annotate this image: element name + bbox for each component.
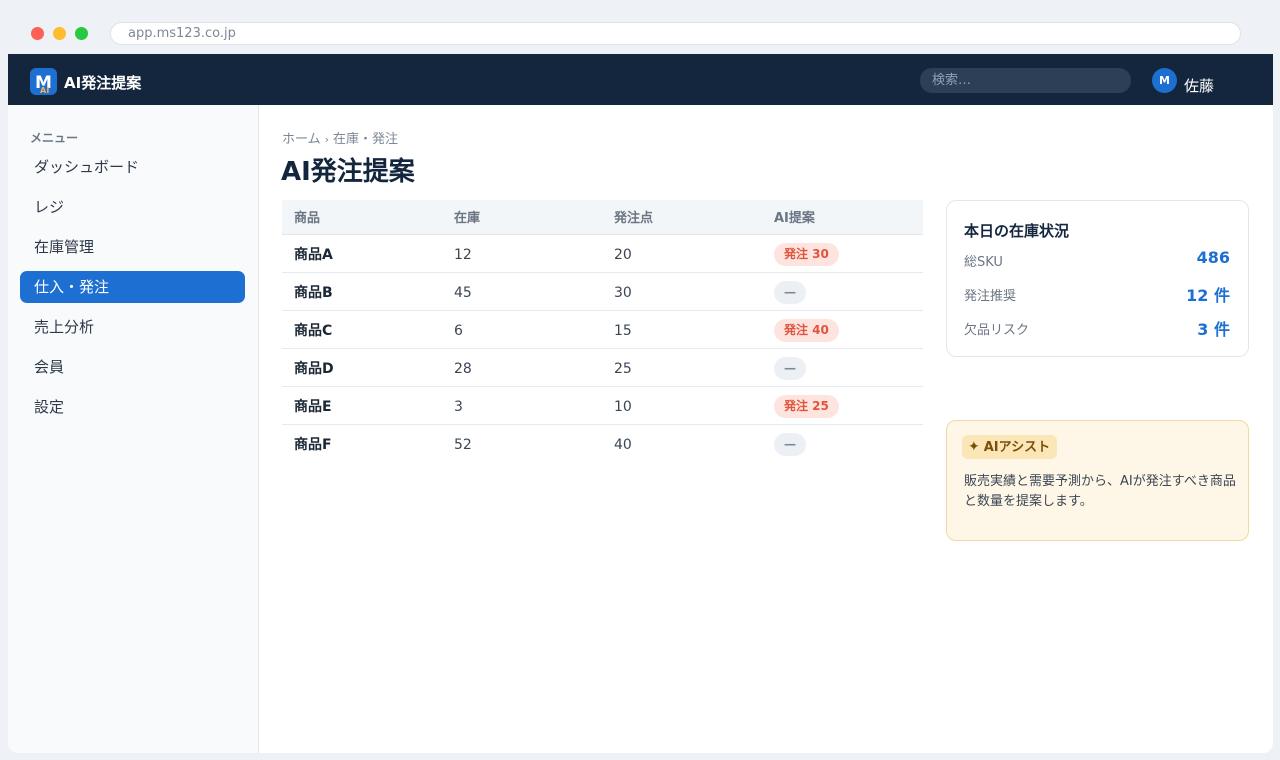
address-bar[interactable]: app.ms123.co.jp	[110, 22, 1241, 45]
stock-value: 52	[454, 437, 472, 453]
order-suggestion-table: 商品 在庫 発注点 AI提案 商品A 12 20 発注 30 商品B 45 30…	[282, 200, 923, 463]
reorder-point-value: 40	[614, 437, 632, 453]
stat-label-stockout-risk: 欠品リスク	[964, 323, 1030, 338]
top-bar: M AI AI発注提案 M 佐藤	[8, 54, 1273, 105]
product-name: 商品E	[294, 399, 332, 415]
stock-value: 28	[454, 361, 472, 377]
column-header-product[interactable]: 商品	[294, 200, 320, 238]
product-name: 商品A	[294, 247, 333, 263]
app-title: AI発注提案	[64, 74, 142, 92]
reorder-point-value: 20	[614, 247, 632, 263]
reorder-point-value: 25	[614, 361, 632, 377]
sidebar-item-members[interactable]: 会員	[20, 351, 245, 383]
table-row[interactable]: 商品C 6 15 発注 40	[282, 311, 923, 349]
sidebar-item-purchasing[interactable]: 仕入・発注	[20, 271, 245, 303]
breadcrumb-current[interactable]: 在庫・発注	[333, 132, 398, 147]
page-title: AI発注提案	[281, 157, 415, 187]
app-window: M AI AI発注提案 M 佐藤 メニュー ダッシュボード レジ 在庫管理 仕入…	[8, 54, 1273, 753]
reorder-point-value: 15	[614, 323, 632, 339]
stock-value: 3	[454, 399, 463, 415]
order-suggestion-badge[interactable]: 発注 25	[774, 395, 839, 418]
stat-value-total-sku: 486	[1196, 248, 1230, 267]
table-row[interactable]: 商品B 45 30 —	[282, 273, 923, 311]
no-suggestion-badge: —	[774, 281, 806, 304]
no-suggestion-badge: —	[774, 433, 806, 456]
column-header-reorder-point[interactable]: 発注点	[614, 200, 653, 238]
stock-value: 12	[454, 247, 472, 263]
breadcrumb: ホーム › 在庫・発注	[282, 128, 398, 147]
search-input[interactable]	[920, 68, 1131, 93]
reorder-point-value: 30	[614, 285, 632, 301]
column-header-ai-suggestion[interactable]: AI提案	[774, 200, 815, 238]
sidebar-item-dashboard[interactable]: ダッシュボード	[20, 151, 245, 183]
sparkle-icon: ✦	[968, 439, 980, 455]
stat-value-recommended-orders: 12 件	[1186, 286, 1230, 305]
stock-value: 6	[454, 323, 463, 339]
sidebar-item-sales-analysis[interactable]: 売上分析	[20, 311, 245, 343]
ai-assist-label: AIアシスト	[983, 440, 1051, 455]
column-header-stock[interactable]: 在庫	[454, 200, 480, 238]
minimize-window-button[interactable]	[53, 27, 66, 40]
user-name[interactable]: 佐藤	[1184, 75, 1214, 96]
no-suggestion-badge: —	[774, 357, 806, 380]
breadcrumb-home-link[interactable]: ホーム	[282, 132, 321, 147]
inventory-status-card: 本日の在庫状況 総SKU 486 発注推奨 12 件 欠品リスク 3 件	[946, 200, 1249, 357]
product-name: 商品D	[294, 361, 334, 377]
close-window-button[interactable]	[31, 27, 44, 40]
order-suggestion-badge[interactable]: 発注 30	[774, 243, 839, 266]
app-logo-ai-mark: AI	[40, 86, 50, 95]
table-row[interactable]: 商品D 28 25 —	[282, 349, 923, 387]
sidebar-item-settings[interactable]: 設定	[20, 391, 245, 423]
sidebar-item-inventory[interactable]: 在庫管理	[20, 231, 245, 263]
table-row[interactable]: 商品F 52 40 —	[282, 425, 923, 463]
reorder-point-value: 10	[614, 399, 632, 415]
maximize-window-button[interactable]	[75, 27, 88, 40]
table-row[interactable]: 商品A 12 20 発注 30	[282, 235, 923, 273]
ai-assist-badge: ✦ AIアシスト	[962, 435, 1058, 459]
sidebar-item-register[interactable]: レジ	[20, 191, 245, 223]
ai-assist-card: ✦ AIアシスト 販売実績と需要予測から、AIが発注すべき商品と数量を提案します。	[946, 420, 1249, 541]
table-header: 商品 在庫 発注点 AI提案	[282, 200, 923, 235]
sidebar: メニュー ダッシュボード レジ 在庫管理 仕入・発注 売上分析 会員 設定	[8, 105, 259, 753]
stat-label-total-sku: 総SKU	[964, 255, 1003, 270]
breadcrumb-separator: ›	[324, 133, 330, 146]
card-title: 本日の在庫状況	[964, 222, 1070, 240]
browser-chrome: app.ms123.co.jp	[0, 0, 1280, 54]
stat-value-stockout-risk: 3 件	[1197, 320, 1230, 339]
order-suggestion-badge[interactable]: 発注 40	[774, 319, 839, 342]
stat-label-recommended-orders: 発注推奨	[964, 289, 1017, 304]
stock-value: 45	[454, 285, 472, 301]
user-avatar[interactable]: M	[1152, 68, 1177, 93]
product-name: 商品C	[294, 323, 333, 339]
menu-heading: メニュー	[30, 131, 79, 145]
product-name: 商品F	[294, 437, 332, 453]
table-row[interactable]: 商品E 3 10 発注 25	[282, 387, 923, 425]
product-name: 商品B	[294, 285, 333, 301]
ai-assist-description: 販売実績と需要予測から、AIが発注すべき商品と数量を提案します。	[964, 474, 1236, 509]
